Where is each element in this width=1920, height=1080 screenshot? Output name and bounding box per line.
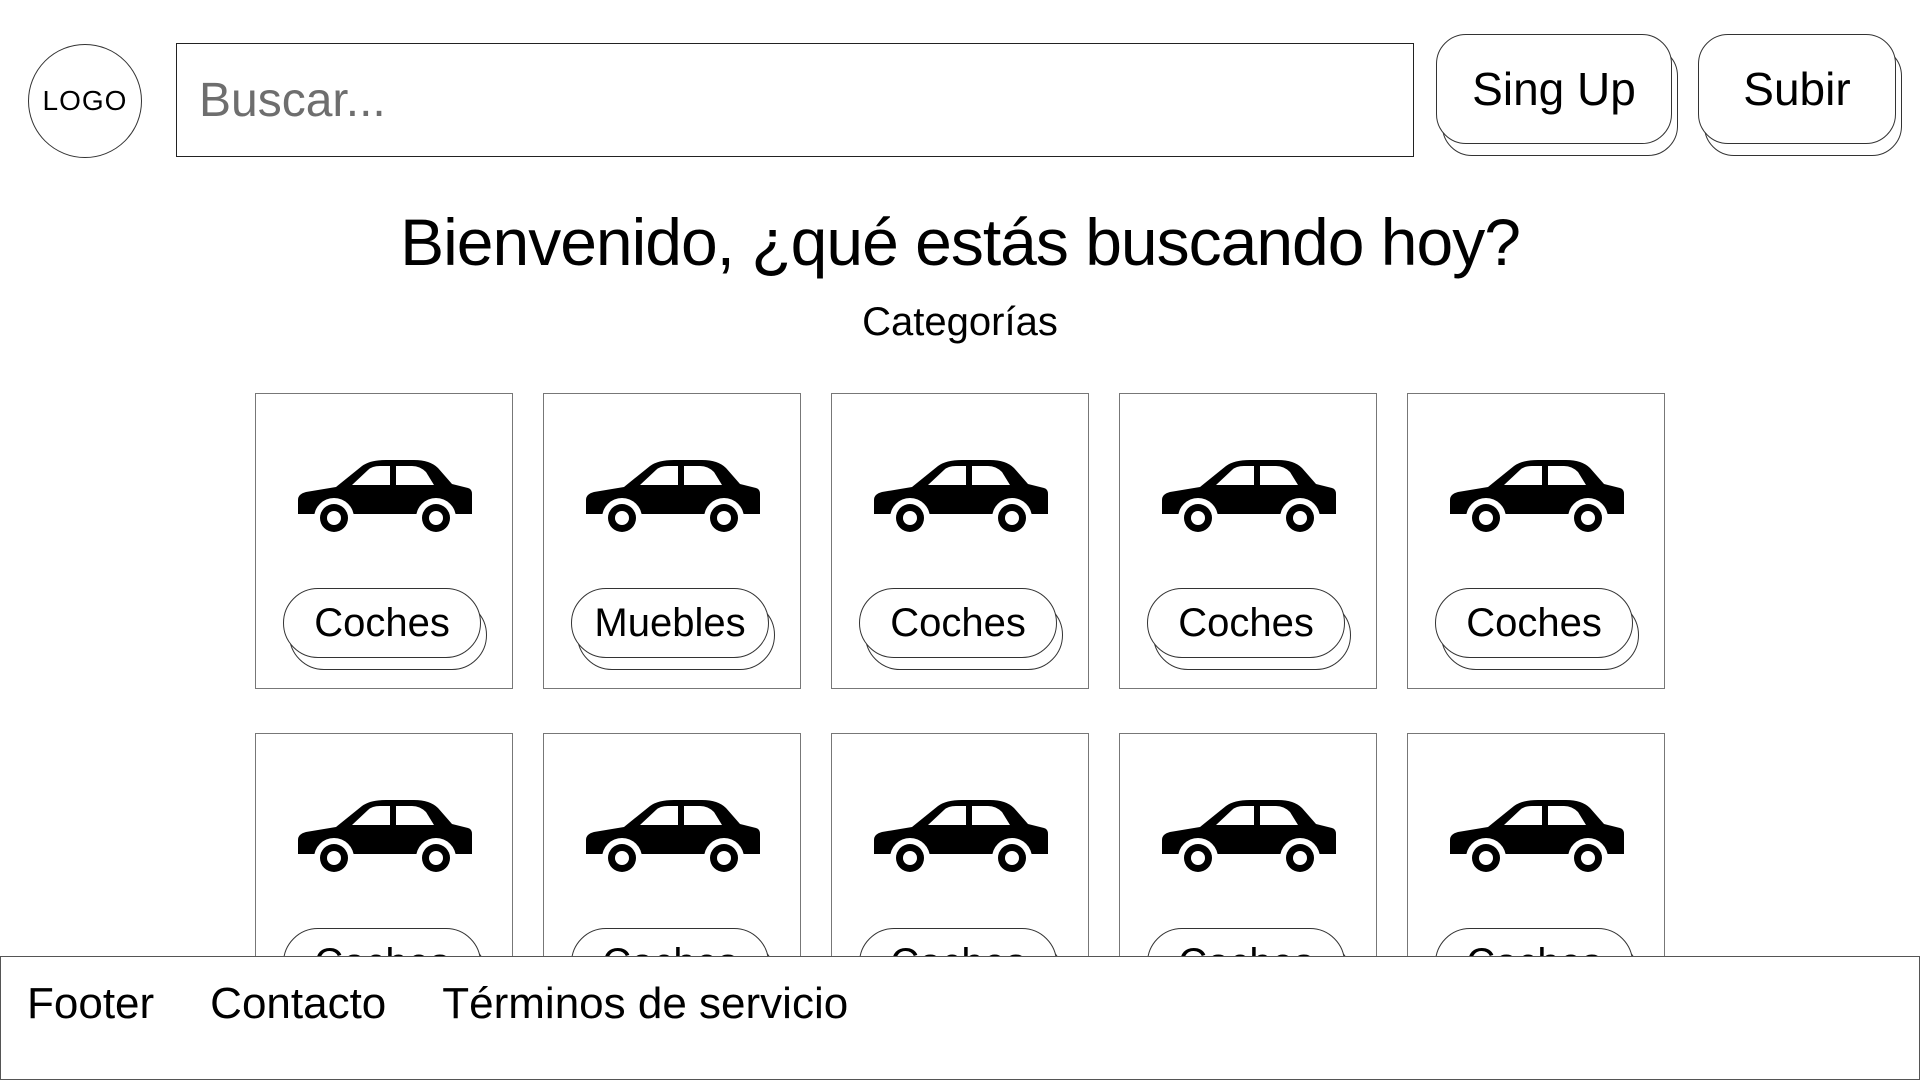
welcome-heading: Bienvenido, ¿qué estás buscando hoy? <box>400 205 1521 279</box>
upload-button[interactable]: Subir <box>1698 34 1896 144</box>
category-button-wrap: Muebles <box>571 588 775 670</box>
car-icon <box>1158 794 1340 884</box>
category-button[interactable]: Muebles <box>571 588 769 658</box>
logo[interactable]: LOGO <box>28 44 142 158</box>
category-button-wrap: Coches <box>1435 588 1639 670</box>
car-icon <box>1446 794 1628 884</box>
category-card[interactable]: Muebles <box>543 393 801 689</box>
category-button-wrap: Coches <box>1147 588 1351 670</box>
upload-button-wrap: Subir <box>1698 34 1902 156</box>
categories-title: Categorías <box>862 300 1058 344</box>
footer-contact-link[interactable]: Contacto <box>210 979 386 1029</box>
category-button-wrap: Coches <box>859 588 1063 670</box>
car-icon <box>582 454 764 544</box>
category-button[interactable]: Coches <box>1147 588 1345 658</box>
car-icon <box>870 454 1052 544</box>
category-button[interactable]: Coches <box>859 588 1057 658</box>
signup-button[interactable]: Sing Up <box>1436 34 1672 144</box>
category-card[interactable]: Coches <box>1407 393 1665 689</box>
car-icon <box>870 794 1052 884</box>
category-card[interactable]: Coches <box>1119 393 1377 689</box>
logo-text: LOGO <box>42 85 128 116</box>
category-button-wrap: Coches <box>283 588 487 670</box>
footer-terms-link[interactable]: Términos de servicio <box>442 979 848 1029</box>
car-icon <box>582 794 764 884</box>
car-icon <box>294 794 476 884</box>
category-card[interactable]: Coches <box>255 393 513 689</box>
footer: Footer Contacto Términos de servicio <box>0 956 1920 1080</box>
footer-title: Footer <box>27 979 155 1028</box>
category-card[interactable]: Coches <box>831 393 1089 689</box>
car-icon <box>294 454 476 544</box>
category-button[interactable]: Coches <box>283 588 481 658</box>
category-button[interactable]: Coches <box>1435 588 1633 658</box>
category-grid: CochesMueblesCochesCochesCochesCochesCoc… <box>255 393 1665 1029</box>
search-input[interactable] <box>176 43 1414 157</box>
car-icon <box>1158 454 1340 544</box>
signup-button-wrap: Sing Up <box>1436 34 1678 156</box>
car-icon <box>1446 454 1628 544</box>
